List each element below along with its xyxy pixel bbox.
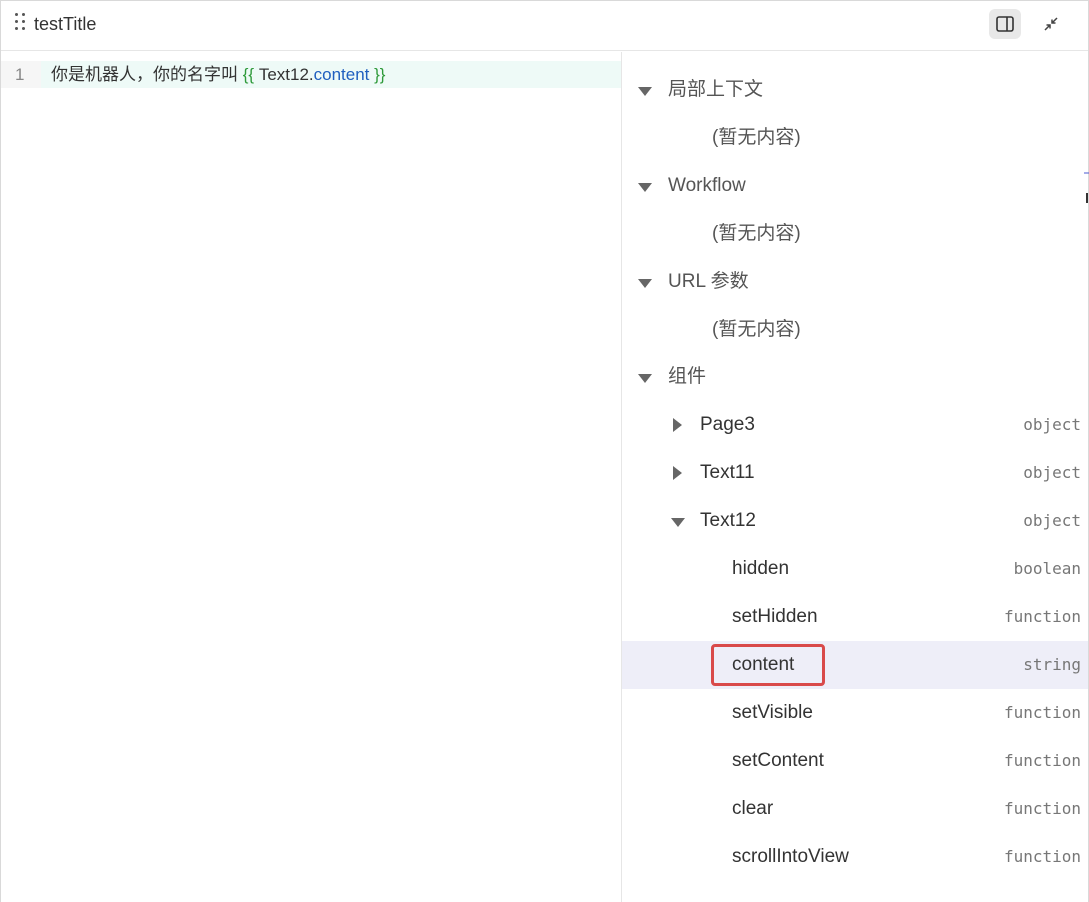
code-text[interactable]: 你是机器人，你的名字叫 {{ Text12.content }} [51,61,386,88]
tree-item-hidden[interactable]: hidden boolean [622,545,1088,593]
variable-tree-panel: 局部上下文 (暂无内容) Workflow (暂无内容) URL 参数 (暂无内… [621,52,1088,902]
type-label: object [1023,415,1081,434]
expression-editor-window: testTitle 1 你是机器人，你的名字叫 {{ Text12.conten… [0,0,1089,902]
code-line[interactable]: 1 你是机器人，你的名字叫 {{ Text12.content }} [1,61,621,88]
template-property: content [313,65,370,84]
sidebar-panel-icon [996,16,1014,32]
caret-down-icon [671,518,685,527]
type-label: object [1023,511,1081,530]
type-label: function [1003,847,1081,866]
tree-item-text12[interactable]: Text12 object [622,497,1088,545]
section-local-context[interactable]: 局部上下文 [622,66,1088,114]
caret-down-icon [638,183,652,192]
type-label: function [1003,751,1081,770]
drag-handle-icon[interactable] [15,13,29,33]
tree-item-page3[interactable]: Page3 object [622,401,1088,449]
tree-item-scrollintoview[interactable]: scrollIntoView function [622,833,1088,881]
type-label: string [1023,655,1081,674]
type-label: boolean [1013,559,1081,578]
scroll-edge-mark [1084,172,1089,203]
empty-placeholder: (暂无内容) [712,127,801,148]
caret-right-icon [673,418,682,432]
section-url-params[interactable]: URL 参数 [622,258,1088,306]
tree-item-content[interactable]: content string [622,641,1088,689]
line-number: 1 [1,61,41,88]
empty-placeholder: (暂无内容) [712,223,801,244]
template-open-brace: {{ [242,65,259,84]
tree-item-clear[interactable]: clear function [622,785,1088,833]
section-workflow[interactable]: Workflow [622,162,1088,210]
collapse-arrows-icon [1044,17,1058,31]
section-components[interactable]: 组件 [622,353,1088,401]
caret-down-icon [638,374,652,383]
caret-down-icon [638,279,652,288]
type-label: function [1003,799,1081,818]
caret-right-icon [673,466,682,480]
type-label: function [1003,703,1081,722]
prompt-text: 你是机器人，你的名字叫 [51,65,243,84]
collapse-button[interactable] [1035,9,1067,39]
template-close-brace: }} [369,65,386,84]
toggle-panel-button[interactable] [989,9,1021,39]
header-bar: testTitle [1,1,1088,51]
template-object: Text12. [258,65,314,84]
tree-item-text11[interactable]: Text11 object [622,449,1088,497]
empty-placeholder: (暂无内容) [712,319,801,340]
tree-item-setcontent[interactable]: setContent function [622,737,1088,785]
code-editor[interactable]: 1 你是机器人，你的名字叫 {{ Text12.content }} [1,52,621,902]
type-label: function [1003,607,1081,626]
tree-item-sethidden[interactable]: setHidden function [622,593,1088,641]
caret-down-icon [638,87,652,96]
window-title: testTitle [34,14,97,34]
tree-item-setvisible[interactable]: setVisible function [622,689,1088,737]
type-label: object [1023,463,1081,482]
